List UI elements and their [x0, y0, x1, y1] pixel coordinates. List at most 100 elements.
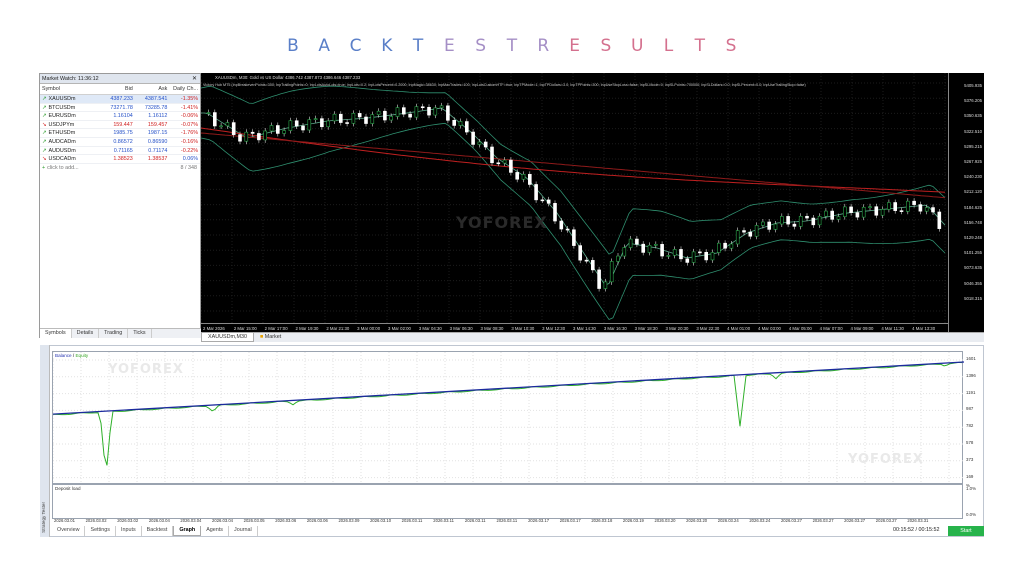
tab-backtest[interactable]: Backtest: [142, 526, 174, 536]
symbol-name: EURUSDm: [48, 113, 76, 120]
candle: [849, 206, 853, 213]
bid-cell: 1.38523: [113, 156, 133, 163]
tab-ticks[interactable]: Ticks: [128, 329, 152, 338]
candle: [313, 118, 318, 120]
ask-cell: 4387.541: [144, 96, 168, 102]
watermark-logo-left: YOFOREX: [108, 362, 184, 377]
col-ask[interactable]: Ask: [135, 84, 170, 94]
change-cell: -1.76%: [180, 130, 199, 137]
table-row[interactable]: ↗ XAUUSDm 4387.233 4387.541 -1.35%: [40, 95, 200, 104]
col-bid[interactable]: Bid: [98, 84, 135, 94]
price-chart[interactable]: YOFOREX XAUUSDm, M30: Gold vs US Dollar …: [201, 73, 984, 332]
legend-equity: Equity: [75, 353, 89, 358]
candle: [420, 106, 425, 109]
tab-overview[interactable]: Overview: [52, 526, 86, 536]
tab-journal[interactable]: Journal: [229, 526, 258, 536]
tab-graph[interactable]: Graph: [173, 526, 202, 536]
time-tick-label: 4 Mar 01:00: [727, 326, 751, 331]
candle: [496, 162, 501, 165]
symbol-name: USDCADm: [48, 156, 76, 163]
tab-chart-xauusd[interactable]: XAUUSDm,M30: [201, 333, 254, 342]
arrow-up-icon: ↗: [42, 138, 47, 145]
candle: [899, 210, 904, 212]
candle: [855, 212, 860, 218]
candle: [729, 243, 734, 249]
table-row[interactable]: ↗ EURUSDm 1.16104 1.16112 -0.06%: [40, 112, 200, 121]
add-symbol-label: click to add...: [47, 164, 79, 171]
banner-letter: U: [630, 36, 644, 56]
balance-line: [53, 361, 964, 415]
arrow-up-icon: ↗: [42, 113, 47, 120]
table-row[interactable]: ↘ USDCADm 1.38523 1.38537 0.06%: [40, 155, 200, 164]
candle: [446, 105, 450, 121]
symbol-name: BTCUSDm: [48, 104, 76, 111]
deposit-min: 0.0%: [966, 512, 977, 517]
candle: [798, 215, 803, 227]
tab-details[interactable]: Details: [72, 329, 100, 338]
table-row[interactable]: ↗ ETHUSDm 1985.75 1987.15 -1.76%: [40, 129, 200, 138]
arrow-down-icon: ↘: [42, 121, 47, 128]
time-tick-label: 2 Mar 21:30: [326, 326, 350, 331]
time-tick-label: 4 Mar 11:30: [881, 326, 904, 331]
candle: [565, 228, 570, 231]
candle: [609, 261, 614, 283]
candle: [515, 172, 520, 180]
change-cell: -0.16%: [180, 138, 199, 145]
balance-tick-label: 1601: [966, 356, 976, 361]
candle: [805, 215, 809, 219]
candle: [471, 131, 475, 145]
candle: [326, 120, 330, 128]
price-axis[interactable]: 5405.935 5376.205 5350.635 5322.510 5295.215…: [948, 73, 984, 332]
balance-tick-label: 782: [966, 423, 974, 429]
candle: [414, 106, 419, 118]
col-change[interactable]: Daily Ch...: [169, 84, 200, 94]
market-watch-rows: ↗ XAUUSDm 4387.233 4387.541 -1.35% ↗ BTCUSDm 73…: [40, 95, 200, 164]
date-axis: 2026.03.01 2026.03.02 2026.03.02 2026.03.04…: [52, 518, 963, 526]
candle: [540, 199, 545, 202]
symbol-cell: ↗ BTCUSDm: [40, 104, 98, 112]
candle: [357, 113, 362, 118]
tab-inputs[interactable]: Inputs: [116, 526, 142, 536]
balance-equity-graph[interactable]: YOFOREX YOFOREX Balance / Equity: [52, 351, 964, 485]
tab-settings[interactable]: Settings: [85, 526, 116, 536]
time-tick-label: 4 Mar 05:00: [788, 326, 812, 331]
table-row[interactable]: ↗ AUDUSDm 0.71165 0.71174 -0.22%: [40, 147, 200, 156]
close-icon[interactable]: ✕: [192, 74, 197, 84]
time-tick-label: 3 Mar 12:30: [542, 326, 566, 331]
market-watch-add-row[interactable]: + click to add... 8 / 348: [40, 164, 200, 173]
tab-symbols[interactable]: Symbols: [40, 329, 72, 338]
plus-icon: +: [42, 164, 46, 171]
candle: [351, 113, 356, 124]
time-axis[interactable]: 2 Mar 2026 2 Mar 15:00 2 Mar 17:00 2 Mar 19…: [201, 323, 948, 332]
date-tick-label: 2026.03.06: [275, 518, 297, 523]
banner-letter: C: [349, 36, 362, 56]
price-tick-label: 5212.120: [964, 189, 982, 195]
date-tick-label: 2026.03.24: [717, 518, 739, 523]
candle: [301, 125, 305, 131]
deposit-load-graph[interactable]: Deposit load: [52, 484, 963, 519]
time-tick-label: 3 Mar 16:30: [603, 326, 627, 331]
candlestick-plot[interactable]: [201, 73, 984, 332]
indicator-line: [201, 122, 946, 320]
candle: [666, 255, 671, 257]
table-row[interactable]: ↗ AUDCADm 0.86572 0.86590 -0.16%: [40, 138, 200, 147]
candle: [716, 242, 721, 253]
candle: [244, 131, 249, 142]
tab-market[interactable]: ■ Market: [254, 333, 287, 342]
add-symbol-link[interactable]: + click to add...: [42, 164, 79, 173]
candle: [534, 184, 538, 201]
table-row[interactable]: ↗ BTCUSDm 73271.78 73285.78 -1.41%: [40, 104, 200, 113]
arrow-down-icon: ↘: [42, 156, 47, 163]
candle: [294, 120, 299, 127]
candle: [779, 216, 784, 225]
tab-trading[interactable]: Trading: [99, 329, 129, 338]
candle: [761, 221, 765, 226]
candle: [742, 230, 746, 233]
tab-agents[interactable]: Agents: [201, 526, 229, 536]
table-row[interactable]: ↘ USDJPYm 159.447 159.457 -0.07%: [40, 121, 200, 130]
symbol-cell: ↘ USDJPYm: [40, 121, 98, 129]
strategy-tester-sidebar[interactable]: Strategy Tester: [40, 345, 50, 537]
time-tick-label: 3 Mar 20:30: [665, 326, 689, 331]
col-symbol[interactable]: Symbol: [40, 84, 98, 94]
start-button[interactable]: Start: [948, 526, 984, 536]
